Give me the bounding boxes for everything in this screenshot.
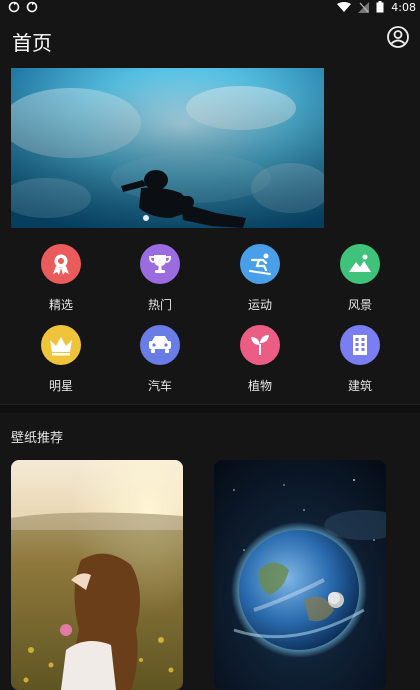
banner-diver-image xyxy=(11,68,324,228)
category-label: 精选 xyxy=(48,298,73,312)
wallpaper-earth-space-image xyxy=(214,460,386,690)
category-label: 建筑 xyxy=(347,379,372,393)
category-label: 明星 xyxy=(48,379,73,393)
sync-icon xyxy=(8,1,20,13)
status-bar: 4:08 xyxy=(0,0,420,16)
no-signal-icon xyxy=(358,1,370,13)
banner-carousel[interactable] xyxy=(11,68,324,228)
category-item-plants[interactable]: 植物 xyxy=(220,325,300,394)
category-label: 汽车 xyxy=(147,379,172,393)
wallpaper-card[interactable] xyxy=(214,460,386,690)
category-item-architecture[interactable]: 建筑 xyxy=(320,325,400,394)
section-title: 壁纸推荐 xyxy=(11,431,64,446)
category-label: 风景 xyxy=(347,298,372,312)
wallpaper-girl-field-image xyxy=(11,460,183,690)
wallpaper-card[interactable] xyxy=(11,460,183,690)
category-label: 植物 xyxy=(247,379,272,393)
category-item-scenery[interactable]: 风景 xyxy=(320,244,400,313)
battery-icon xyxy=(376,1,384,13)
category-item-celebrity[interactable]: 明星 xyxy=(21,325,101,394)
category-item-popular[interactable]: 热门 xyxy=(120,244,200,313)
building-icon xyxy=(340,325,380,365)
category-item-sports[interactable]: 运动 xyxy=(220,244,300,313)
page-title: 首页 xyxy=(12,31,52,55)
status-time: 4:08 xyxy=(391,0,416,14)
category-label: 运动 xyxy=(247,298,272,312)
category-item-featured[interactable]: 精选 xyxy=(21,244,101,313)
wifi-icon xyxy=(337,1,352,12)
profile-button[interactable] xyxy=(386,25,410,49)
category-item-cars[interactable]: 汽车 xyxy=(120,325,200,394)
sprout-icon xyxy=(240,325,280,365)
trophy-icon xyxy=(140,244,180,284)
crown-icon xyxy=(41,325,81,365)
landscape-icon xyxy=(340,244,380,284)
section-divider xyxy=(0,404,420,413)
award-badge-icon xyxy=(41,244,81,284)
category-label: 热门 xyxy=(147,298,172,312)
car-icon xyxy=(140,325,180,365)
sync-icon xyxy=(26,1,38,13)
user-profile-icon xyxy=(387,26,409,48)
app-header: 首页 xyxy=(0,20,420,60)
sport-ski-icon xyxy=(240,244,280,284)
